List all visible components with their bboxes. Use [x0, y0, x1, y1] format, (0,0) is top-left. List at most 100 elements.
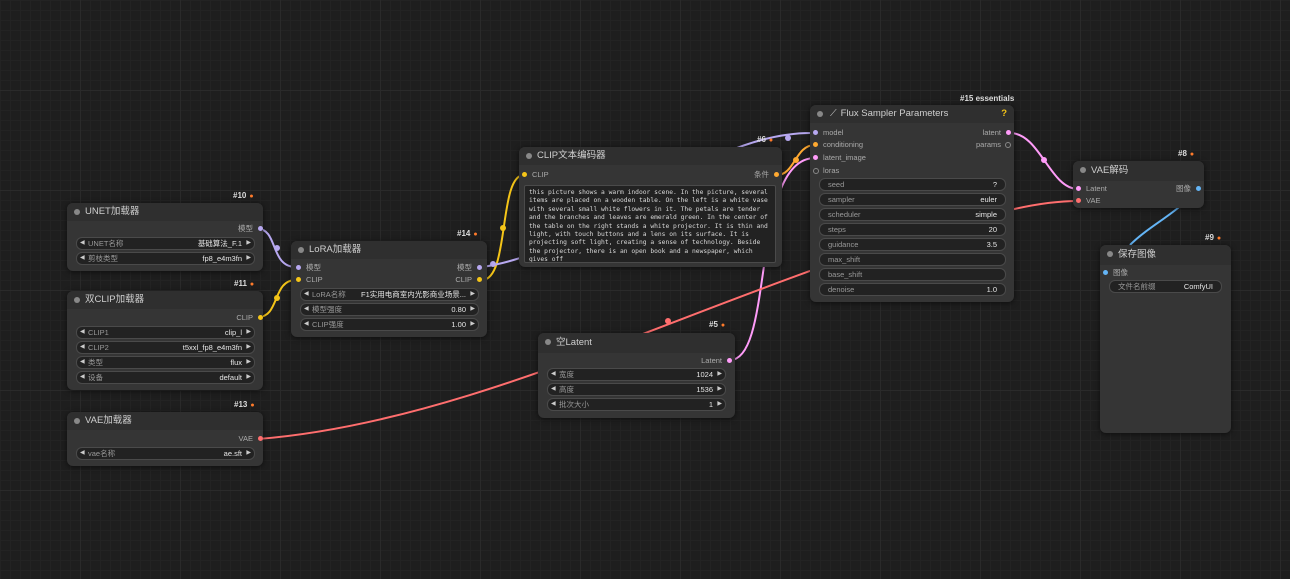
arrow-right-icon[interactable]: ▶ [717, 369, 722, 380]
widget-clip-strength[interactable]: ◀ CLIP强度 1.00 ▶ [300, 318, 479, 331]
output-slot-clip[interactable]: CLIP [455, 275, 482, 285]
slot-pin-icon[interactable] [813, 142, 818, 147]
arrow-right-icon[interactable]: ▶ [470, 319, 475, 330]
node-empty-latent[interactable]: 空Latent Latent ◀ 宽度 1024 ▶ ◀ 高度 1536 ▶ ◀ 批次大小 1 ▶ [538, 333, 735, 418]
node-lora-loader[interactable]: LoRA加载器 模型 CLIP 模型 CLIP ◀ LoRA名称 F1实用电商室内光… [291, 241, 487, 337]
arrow-right-icon[interactable]: ▶ [246, 342, 251, 353]
node-title-bar[interactable]: 空Latent [538, 333, 735, 353]
arrow-left-icon[interactable]: ◀ [304, 304, 309, 315]
widget-seed[interactable]: seed? [819, 178, 1006, 191]
arrow-left-icon[interactable]: ◀ [80, 342, 85, 353]
collapse-dot-icon[interactable] [526, 153, 532, 159]
arrow-left-icon[interactable]: ◀ [304, 319, 309, 330]
arrow-right-icon[interactable]: ▶ [246, 448, 251, 459]
slot-pin-icon[interactable] [774, 172, 779, 177]
slot-pin-icon[interactable] [1076, 198, 1081, 203]
widget-max-shift[interactable]: max_shift [819, 253, 1006, 266]
collapse-dot-icon[interactable] [74, 297, 80, 303]
node-title-bar[interactable]: ⟋ Flux Sampler Parameters? [810, 105, 1014, 123]
slot-pin-icon[interactable] [813, 168, 819, 174]
widget-steps[interactable]: steps 20 [819, 223, 1006, 236]
input-slot-images[interactable]: 图像 [1103, 268, 1128, 278]
node-title-bar[interactable]: VAE解码 [1073, 161, 1204, 181]
arrow-right-icon[interactable]: ▶ [246, 253, 251, 264]
node-flux-sampler[interactable]: ⟋ Flux Sampler Parameters? model conditio… [810, 105, 1014, 302]
arrow-right-icon[interactable]: ▶ [470, 304, 475, 315]
slot-pin-icon[interactable] [1103, 270, 1108, 275]
collapse-dot-icon[interactable] [298, 247, 304, 253]
input-slot-clip[interactable]: CLIP [522, 170, 549, 180]
input-slot-loras[interactable]: loras [813, 166, 839, 176]
input-slot-vae[interactable]: VAE [1076, 196, 1100, 206]
arrow-left-icon[interactable]: ◀ [80, 448, 85, 459]
slot-pin-icon[interactable] [813, 130, 818, 135]
widget-model-strength[interactable]: ◀ 模型强度 0.80 ▶ [300, 303, 479, 316]
arrow-right-icon[interactable]: ▶ [246, 357, 251, 368]
slot-pin-icon[interactable] [813, 155, 818, 160]
output-slot-clip[interactable]: CLIP [236, 313, 263, 323]
widget-width[interactable]: ◀ 宽度 1024 ▶ [547, 368, 726, 381]
slot-pin-icon[interactable] [727, 358, 732, 363]
slot-pin-icon[interactable] [296, 265, 301, 270]
node-title-bar[interactable]: CLIP文本编码器 [519, 147, 782, 165]
arrow-left-icon[interactable]: ◀ [80, 327, 85, 338]
node-title-bar[interactable]: 保存图像 [1100, 245, 1231, 265]
slot-pin-icon[interactable] [296, 277, 301, 282]
prompt-textarea[interactable]: this picture shows a warm indoor scene. … [524, 185, 776, 263]
widget-clip1[interactable]: ◀ CLIP1 clip_l ▶ [76, 326, 255, 339]
slot-pin-icon[interactable] [477, 265, 482, 270]
input-slot-model[interactable]: model [813, 128, 843, 138]
collapse-dot-icon[interactable] [817, 111, 823, 117]
arrow-left-icon[interactable]: ◀ [551, 399, 556, 410]
widget-unet-name[interactable]: ◀ UNET名称 基础算法_F.1 ▶ [76, 237, 255, 250]
slot-pin-icon[interactable] [477, 277, 482, 282]
arrow-right-icon[interactable]: ▶ [246, 238, 251, 249]
arrow-right-icon[interactable]: ▶ [717, 399, 722, 410]
widget-type[interactable]: ◀ 类型 flux ▶ [76, 356, 255, 369]
collapse-dot-icon[interactable] [74, 418, 80, 424]
widget-clip2[interactable]: ◀ CLIP2 t5xxl_fp8_e4m3fn ▶ [76, 341, 255, 354]
widget-batch-size[interactable]: ◀ 批次大小 1 ▶ [547, 398, 726, 411]
node-dual-clip-loader[interactable]: 双CLIP加载器 CLIP ◀ CLIP1 clip_l ▶ ◀ CLIP2 t5xxl_… [67, 291, 263, 390]
input-slot-model[interactable]: 模型 [296, 263, 321, 273]
slot-pin-icon[interactable] [1196, 186, 1201, 191]
slot-pin-icon[interactable] [1005, 142, 1011, 148]
collapse-dot-icon[interactable] [545, 339, 551, 345]
input-slot-latent-image[interactable]: latent_image [813, 153, 866, 163]
output-slot-latent[interactable]: latent [983, 128, 1011, 138]
slot-pin-icon[interactable] [258, 315, 263, 320]
widget-base-shift[interactable]: base_shift [819, 268, 1006, 281]
arrow-left-icon[interactable]: ◀ [80, 253, 85, 264]
slot-pin-icon[interactable] [258, 436, 263, 441]
widget-filename-prefix[interactable]: 文件名前缀 ComfyUI [1109, 280, 1222, 293]
node-title-bar[interactable]: LoRA加载器 [291, 241, 487, 259]
input-slot-clip[interactable]: CLIP [296, 275, 323, 285]
slot-pin-icon[interactable] [1006, 130, 1011, 135]
output-slot-latent[interactable]: Latent [701, 356, 732, 366]
arrow-left-icon[interactable]: ◀ [551, 384, 556, 395]
collapse-dot-icon[interactable] [1107, 251, 1113, 257]
output-slot-vae[interactable]: VAE [239, 434, 263, 444]
node-title-bar[interactable]: VAE加载器 [67, 412, 263, 430]
arrow-left-icon[interactable]: ◀ [80, 357, 85, 368]
input-slot-latent[interactable]: Latent [1076, 184, 1107, 194]
output-slot-conditioning[interactable]: 条件 [754, 170, 779, 180]
slot-pin-icon[interactable] [1076, 186, 1081, 191]
widget-guidance[interactable]: guidance 3.5 [819, 238, 1006, 251]
collapse-dot-icon[interactable] [74, 209, 80, 215]
node-vae-loader[interactable]: VAE加载器 VAE ◀ vae名称 ae.sft ▶ [67, 412, 263, 466]
widget-weight-dtype[interactable]: ◀ 剪枝类型 fp8_e4m3fn ▶ [76, 252, 255, 265]
slot-pin-icon[interactable] [258, 226, 263, 231]
widget-sampler[interactable]: sampler euler [819, 193, 1006, 206]
output-slot-model[interactable]: 模型 [238, 224, 263, 234]
slot-pin-icon[interactable] [522, 172, 527, 177]
input-slot-conditioning[interactable]: conditioning [813, 140, 863, 150]
widget-height[interactable]: ◀ 高度 1536 ▶ [547, 383, 726, 396]
arrow-left-icon[interactable]: ◀ [304, 289, 309, 300]
arrow-right-icon[interactable]: ▶ [470, 289, 475, 300]
arrow-right-icon[interactable]: ▶ [246, 372, 251, 383]
node-title-bar[interactable]: 双CLIP加载器 [67, 291, 263, 309]
node-vae-decode[interactable]: VAE解码 Latent VAE 图像 [1073, 161, 1204, 208]
widget-denoise[interactable]: denoise 1.0 [819, 283, 1006, 296]
node-clip-text-encode[interactable]: CLIP文本编码器 CLIP 条件 this picture shows a w… [519, 147, 782, 267]
